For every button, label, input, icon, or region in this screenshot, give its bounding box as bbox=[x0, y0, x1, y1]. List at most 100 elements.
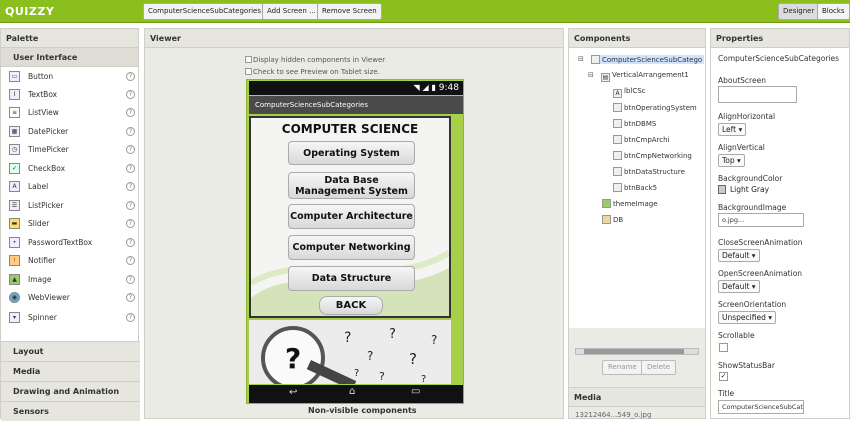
tablet-preview-row[interactable]: Check to see Preview on Tablet size. bbox=[245, 68, 380, 76]
notifier-icon: ! bbox=[9, 255, 20, 266]
help-icon[interactable]: ? bbox=[126, 238, 135, 247]
palette-section-user-interface[interactable]: User Interface bbox=[1, 48, 138, 67]
tree-node-screen[interactable]: ComputerScienceSubCatego bbox=[591, 55, 704, 64]
tree-node-btncmparchi[interactable]: btnCmpArchi bbox=[613, 135, 670, 144]
about-screen-input[interactable] bbox=[718, 86, 797, 103]
media-file-item[interactable]: 13212464...549_o.jpg bbox=[575, 411, 651, 419]
phone-arrangement[interactable]: COMPUTER SCIENCE Operating System Data B… bbox=[249, 116, 451, 318]
align-horizontal-select[interactable]: Left ▾ bbox=[718, 123, 746, 136]
display-hidden-row[interactable]: Display hidden components in Viewer bbox=[245, 56, 385, 64]
rename-button[interactable]: Rename bbox=[602, 360, 643, 375]
delete-button[interactable]: Delete bbox=[641, 360, 676, 375]
align-vertical-select[interactable]: Top ▾ bbox=[718, 154, 745, 167]
background-image-input[interactable]: o.jpg... bbox=[718, 213, 804, 227]
help-icon[interactable]: ? bbox=[126, 275, 135, 284]
tree-node-btndbms[interactable]: btnDBMS bbox=[613, 119, 656, 128]
show-status-bar-checkbox[interactable]: ✓ bbox=[719, 372, 728, 381]
display-hidden-label: Display hidden components in Viewer bbox=[253, 56, 385, 64]
tree-node-db[interactable]: DB bbox=[602, 215, 623, 224]
palette-item-passwordtextbox[interactable]: •PasswordTextBox? bbox=[1, 234, 140, 252]
help-icon[interactable]: ? bbox=[126, 201, 135, 210]
title-input[interactable]: ComputerScienceSubCate bbox=[718, 400, 804, 414]
checkbox-icon: ✓ bbox=[9, 163, 20, 174]
tree-node-label: btnDataStructure bbox=[624, 168, 685, 176]
palette-item-checkbox[interactable]: ✓CheckBox? bbox=[1, 160, 140, 178]
background-color-picker[interactable]: Light Gray bbox=[718, 185, 769, 194]
tree-node-label: btnDBMS bbox=[624, 120, 656, 128]
home-nav-icon[interactable]: ⌂ bbox=[349, 386, 355, 397]
svg-text:?: ? bbox=[367, 349, 373, 363]
spinner-icon: ▾ bbox=[9, 312, 20, 323]
palette-item-label: WebViewer bbox=[28, 293, 70, 302]
palette-item-spinner[interactable]: ▾Spinner? bbox=[1, 309, 140, 327]
help-icon[interactable]: ? bbox=[126, 108, 135, 117]
palette-item-datepicker[interactable]: ▦DatePicker? bbox=[1, 123, 140, 141]
palette-item-button[interactable]: ▭Button? bbox=[1, 68, 140, 86]
checkmark-icon: ✓ bbox=[721, 372, 727, 380]
collapse-icon[interactable]: ⊟ bbox=[588, 71, 594, 79]
help-icon[interactable]: ? bbox=[126, 313, 135, 322]
scrollbar-thumb[interactable] bbox=[584, 349, 684, 354]
data-structure-button[interactable]: Data Structure bbox=[288, 266, 415, 291]
horizontal-scrollbar[interactable] bbox=[575, 348, 699, 355]
webviewer-icon: ◉ bbox=[9, 292, 20, 303]
collapse-icon[interactable]: ⊟ bbox=[578, 55, 584, 63]
palette-title: Palette bbox=[1, 29, 138, 48]
palette-item-slider[interactable]: ▬Slider? bbox=[1, 215, 140, 233]
palette-category-drawing-animation[interactable]: Drawing and Animation bbox=[1, 381, 140, 401]
remove-screen-button[interactable]: Remove Screen bbox=[317, 3, 382, 20]
palette-category-sensors[interactable]: Sensors bbox=[1, 401, 140, 421]
computer-networking-button[interactable]: Computer Networking bbox=[288, 235, 415, 260]
palette-item-image[interactable]: ▲Image? bbox=[1, 271, 140, 289]
operating-system-button[interactable]: Operating System bbox=[288, 141, 415, 165]
help-icon[interactable]: ? bbox=[126, 219, 135, 228]
background-color-label: BackgroundColor bbox=[718, 174, 782, 183]
label-icon: A bbox=[613, 89, 622, 98]
tree-node-themeimage[interactable]: themeImage bbox=[602, 199, 658, 208]
help-icon[interactable]: ? bbox=[126, 72, 135, 81]
svg-text:?: ? bbox=[344, 330, 351, 346]
screen-orientation-select[interactable]: Unspecified ▾ bbox=[718, 311, 776, 324]
close-animation-select[interactable]: Default ▾ bbox=[718, 249, 760, 262]
add-screen-button[interactable]: Add Screen ... bbox=[262, 3, 321, 20]
display-hidden-checkbox[interactable] bbox=[245, 56, 252, 63]
tree-node-arrangement[interactable]: ▤VerticalArrangement1 bbox=[601, 71, 689, 82]
align-vertical-value: Top bbox=[722, 156, 735, 165]
designer-button[interactable]: Designer bbox=[778, 3, 819, 20]
open-animation-select[interactable]: Default ▾ bbox=[718, 280, 760, 293]
svg-text:?: ? bbox=[285, 342, 301, 375]
screen-select-dropdown[interactable]: ComputerScienceSubCategories ▾ bbox=[143, 3, 272, 20]
chevron-down-icon: ▾ bbox=[768, 313, 772, 322]
recents-nav-icon[interactable]: ▭ bbox=[411, 386, 420, 397]
help-icon[interactable]: ? bbox=[126, 293, 135, 302]
blocks-button[interactable]: Blocks bbox=[817, 3, 850, 20]
tree-node-btncmpnetworking[interactable]: btnCmpNetworking bbox=[613, 151, 692, 160]
help-icon[interactable]: ? bbox=[126, 164, 135, 173]
palette-item-listview[interactable]: ≡ListView? bbox=[1, 104, 140, 122]
help-icon[interactable]: ? bbox=[126, 145, 135, 154]
back-nav-icon[interactable]: ↩ bbox=[289, 387, 297, 398]
scrollable-checkbox[interactable] bbox=[719, 343, 728, 352]
palette-category-layout[interactable]: Layout bbox=[1, 341, 140, 361]
tablet-preview-checkbox[interactable] bbox=[245, 68, 252, 75]
palette-item-listpicker[interactable]: ☰ListPicker? bbox=[1, 197, 140, 215]
palette-item-label[interactable]: ALabel? bbox=[1, 178, 140, 196]
tree-node-lblcsc[interactable]: AlblCSc bbox=[613, 87, 646, 98]
dbms-button[interactable]: Data Base Management System bbox=[288, 172, 415, 199]
palette-item-timepicker[interactable]: ◷TimePicker? bbox=[1, 141, 140, 159]
palette-item-textbox[interactable]: ITextBox? bbox=[1, 86, 140, 104]
tree-node-btndatastructure[interactable]: btnDataStructure bbox=[613, 167, 685, 176]
help-icon[interactable]: ? bbox=[126, 127, 135, 136]
svg-text:?: ? bbox=[431, 333, 437, 347]
computer-architecture-button[interactable]: Computer Architecture bbox=[288, 204, 415, 229]
back-button[interactable]: BACK bbox=[319, 296, 383, 315]
help-icon[interactable]: ? bbox=[126, 182, 135, 191]
palette-category-media[interactable]: Media bbox=[1, 361, 140, 381]
tree-node-btnoperatingsystem[interactable]: btnOperatingSystem bbox=[613, 103, 697, 112]
tree-node-label: btnOperatingSystem bbox=[624, 104, 697, 112]
palette-item-notifier[interactable]: !Notifier? bbox=[1, 252, 140, 270]
help-icon[interactable]: ? bbox=[126, 90, 135, 99]
tree-node-btnback5[interactable]: btnBack5 bbox=[613, 183, 657, 192]
palette-item-webviewer[interactable]: ◉ WebViewer? bbox=[1, 289, 140, 307]
help-icon[interactable]: ? bbox=[126, 256, 135, 265]
